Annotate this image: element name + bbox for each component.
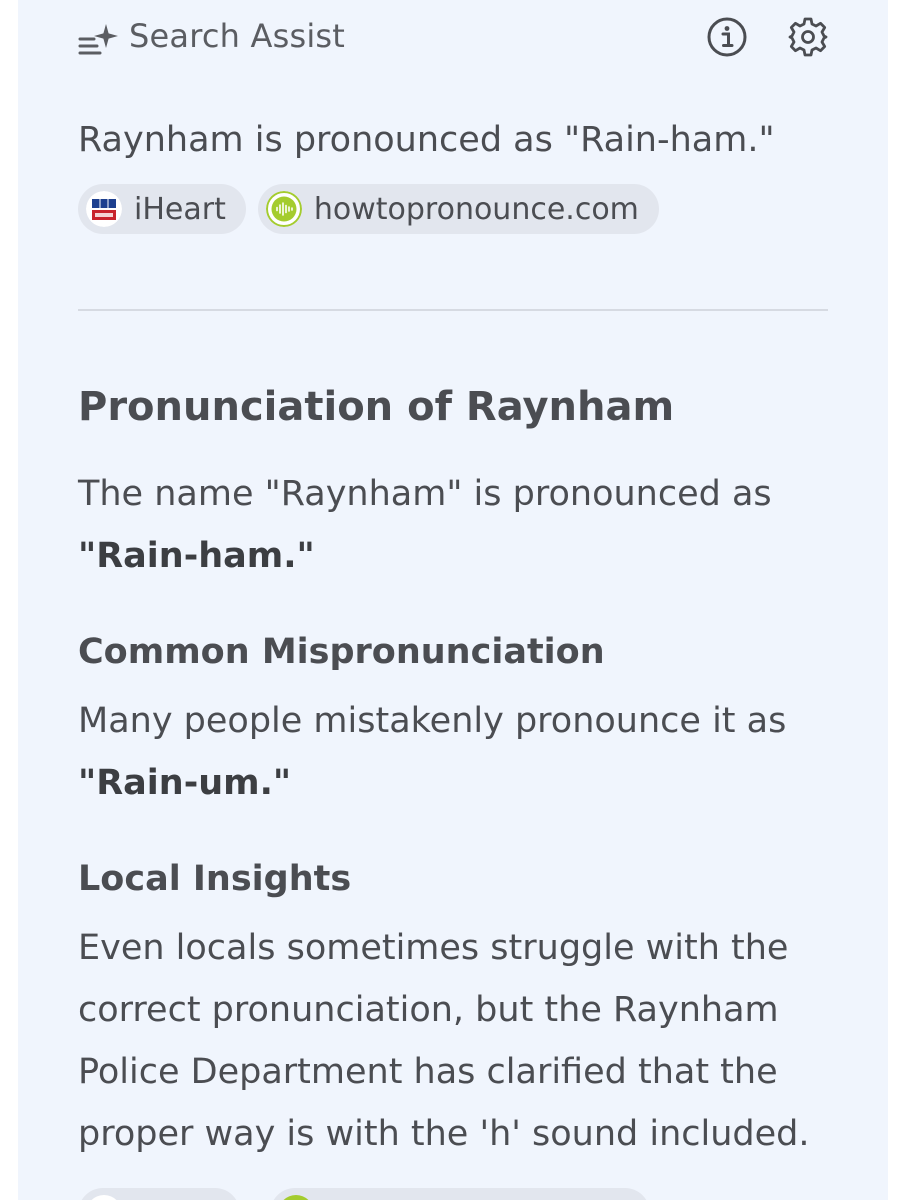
section-heading-mispronunciation: Common Mispronunciation <box>78 632 605 672</box>
source-label: howtopronounce.com <box>313 191 639 227</box>
local-insights-line: correct pronunciation, but the Raynham <box>78 990 779 1030</box>
source-chip-howtopronounce[interactable]: howtopronounce.com <box>257 184 659 234</box>
info-icon <box>707 17 747 57</box>
local-insights-line: Police Department has clarified that the <box>78 1052 778 1092</box>
search-assist-title: Search Assist <box>129 17 346 55</box>
source-chips: iHeart howtopronounce.com <box>78 184 659 234</box>
local-insights-line: Even locals sometimes struggle with the <box>78 928 789 968</box>
sparkle-list-icon <box>76 22 120 58</box>
search-assist-panel: Search Assist Raynham is pronounced as "… <box>18 0 888 1200</box>
section-heading-local-insights: Local Insights <box>78 859 352 899</box>
source-chip-cutoff-2[interactable] <box>270 1188 650 1200</box>
source-label: iHeart <box>134 191 226 227</box>
mispronunciation-text: Many people mistakenly pronounce it as <box>78 701 787 741</box>
article-heading: Pronunciation of Raynham <box>78 384 675 430</box>
source-chip-iheart[interactable]: iHeart <box>78 184 246 234</box>
search-assist-header: Search Assist <box>18 0 888 78</box>
intro-text: The name "Raynham" is pronounced as <box>78 474 772 514</box>
intro-paragraph: The name "Raynham" is pronounced as "Rai… <box>78 463 838 587</box>
source-logo-icon <box>86 1195 122 1200</box>
source-logo-icon <box>278 1195 314 1200</box>
intro-bold: "Rain-ham." <box>78 536 315 576</box>
local-insights-line: proper way is with the 'h' sound include… <box>78 1114 810 1154</box>
mispronunciation-paragraph: Many people mistakenly pronounce it as "… <box>78 690 838 814</box>
audio-wave-icon <box>265 191 302 227</box>
settings-button[interactable] <box>787 16 829 58</box>
summary-text: Raynham is pronounced as "Rain-ham." <box>78 120 775 160</box>
gear-icon <box>788 17 828 57</box>
mispronunciation-bold: "Rain-um." <box>78 763 292 803</box>
divider <box>78 309 828 311</box>
info-button[interactable] <box>706 16 748 58</box>
local-insights-paragraph: Even locals sometimes struggle with the … <box>78 917 838 1165</box>
bottom-source-chips <box>78 1188 650 1200</box>
wbz-logo-icon <box>86 191 122 227</box>
source-chip-cutoff-1[interactable] <box>78 1188 240 1200</box>
